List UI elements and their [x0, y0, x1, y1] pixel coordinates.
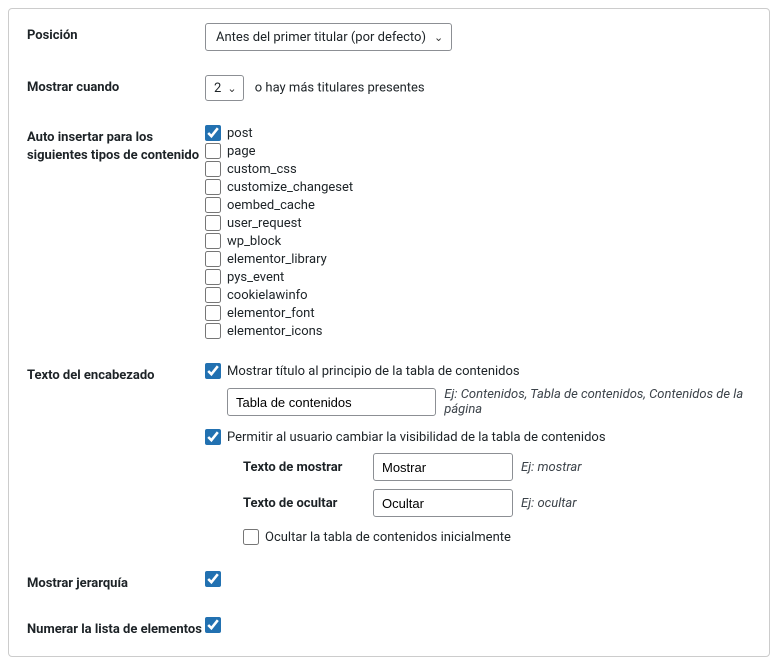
show-when-value: 2 [214, 81, 221, 96]
show-text-row: Texto de mostrar Ej: mostrar [243, 453, 751, 481]
auto-insert-list: post page custom_css customize_changesetoem… [205, 125, 751, 339]
hide-initially-option: Ocultar la tabla de contenidos inicialme… [243, 529, 751, 545]
hide-initially-checkbox[interactable] [243, 529, 259, 545]
show-text-hint: Ej: mostrar [521, 460, 582, 475]
row-number-list: Numerar la lista de elementos [27, 617, 751, 639]
chevron-down-icon: ⌄ [227, 82, 236, 95]
content-type-custom_css: custom_css [205, 161, 751, 177]
show-title-option: Mostrar título al principio de la tabla … [205, 363, 751, 379]
content-type-wp_block: wp_block [205, 233, 751, 249]
number-list-checkbox[interactable] [205, 617, 221, 633]
allow-toggle-option: Permitir al usuario cambiar la visibilid… [205, 429, 751, 445]
title-text-input[interactable] [227, 388, 436, 416]
row-auto-insert: Auto insertar para los siguientes tipos … [27, 125, 751, 339]
show-text-label: Texto de mostrar [243, 460, 373, 475]
content-type-checkbox-custom_css[interactable] [205, 161, 221, 177]
content-type-label: elementor_icons [227, 324, 323, 339]
allow-toggle-label: Permitir al usuario cambiar la visibilid… [227, 430, 606, 445]
show-title-label: Mostrar título al principio de la tabla … [227, 364, 520, 379]
content-type-label: custom_css [227, 162, 297, 177]
content-type-elementor_icons: elementor_icons [205, 323, 751, 339]
row-heading-text: Texto del encabezado Mostrar título al p… [27, 363, 751, 547]
content-type-checkbox-wp_block[interactable] [205, 233, 221, 249]
content-type-label: pys_event [227, 270, 284, 285]
show-title-checkbox[interactable] [205, 363, 221, 379]
content-type-checkbox-elementor_icons[interactable] [205, 323, 221, 339]
hide-initially-label: Ocultar la tabla de contenidos inicialme… [265, 530, 511, 545]
content-type-label: customize_changeset [227, 180, 353, 195]
label-show-when: Mostrar cuando [27, 75, 205, 97]
content-type-label: oembed_cache [227, 198, 315, 213]
content-type-label: user_request [227, 216, 302, 231]
position-select-value: Antes del primer titular (por defecto) [216, 30, 426, 45]
content-type-user_request: user_request [205, 215, 751, 231]
content-type-checkbox-oembed_cache[interactable] [205, 197, 221, 213]
content-type-checkbox-pys_event[interactable] [205, 269, 221, 285]
content-type-cookielawinfo: cookielawinfo [205, 287, 751, 303]
title-text-row: Ej: Contenidos, Tabla de contenidos, Con… [227, 387, 751, 417]
label-number-list: Numerar la lista de elementos [27, 617, 205, 639]
content-type-page: page [205, 143, 751, 159]
content-type-checkbox-cookielawinfo[interactable] [205, 287, 221, 303]
chevron-down-icon: ⌄ [434, 31, 443, 44]
show-text-input[interactable] [373, 453, 513, 481]
show-when-suffix: o hay más titulares presentes [255, 81, 425, 96]
content-type-checkbox-user_request[interactable] [205, 215, 221, 231]
content-type-checkbox-customize_changeset[interactable] [205, 179, 221, 195]
content-type-checkbox-page[interactable] [205, 143, 221, 159]
hide-text-label: Texto de ocultar [243, 496, 373, 511]
label-hierarchy: Mostrar jerarquía [27, 571, 205, 593]
content-type-oembed_cache: oembed_cache [205, 197, 751, 213]
hide-text-row: Texto de ocultar Ej: ocultar [243, 489, 751, 517]
content-type-checkbox-post[interactable] [205, 125, 221, 141]
content-type-label: post [227, 126, 253, 141]
settings-panel: Posición Antes del primer titular (por d… [8, 8, 770, 657]
content-type-post: post [205, 125, 751, 141]
row-position: Posición Antes del primer titular (por d… [27, 23, 751, 51]
show-when-select[interactable]: 2 ⌄ [205, 75, 244, 101]
label-position: Posición [27, 23, 205, 45]
content-type-checkbox-elementor_library[interactable] [205, 251, 221, 267]
content-type-elementor_font: elementor_font [205, 305, 751, 321]
position-select[interactable]: Antes del primer titular (por defecto) ⌄ [205, 23, 452, 51]
content-type-label: elementor_font [227, 306, 315, 321]
allow-toggle-checkbox[interactable] [205, 429, 221, 445]
content-type-label: cookielawinfo [227, 288, 308, 303]
content-type-pys_event: pys_event [205, 269, 751, 285]
content-type-elementor_library: elementor_library [205, 251, 751, 267]
content-type-customize_changeset: customize_changeset [205, 179, 751, 195]
row-hierarchy: Mostrar jerarquía [27, 571, 751, 593]
content-type-label: wp_block [227, 234, 281, 249]
hierarchy-checkbox[interactable] [205, 571, 221, 587]
content-type-label: page [227, 144, 256, 159]
content-type-checkbox-elementor_font[interactable] [205, 305, 221, 321]
content-type-label: elementor_library [227, 252, 327, 267]
row-show-when: Mostrar cuando 2 ⌄ o hay más titulares p… [27, 75, 751, 101]
label-heading-text: Texto del encabezado [27, 363, 205, 385]
title-text-hint: Ej: Contenidos, Tabla de contenidos, Con… [444, 387, 751, 417]
label-auto-insert: Auto insertar para los siguientes tipos … [27, 125, 205, 164]
hide-text-hint: Ej: ocultar [521, 496, 577, 511]
hide-text-input[interactable] [373, 489, 513, 517]
